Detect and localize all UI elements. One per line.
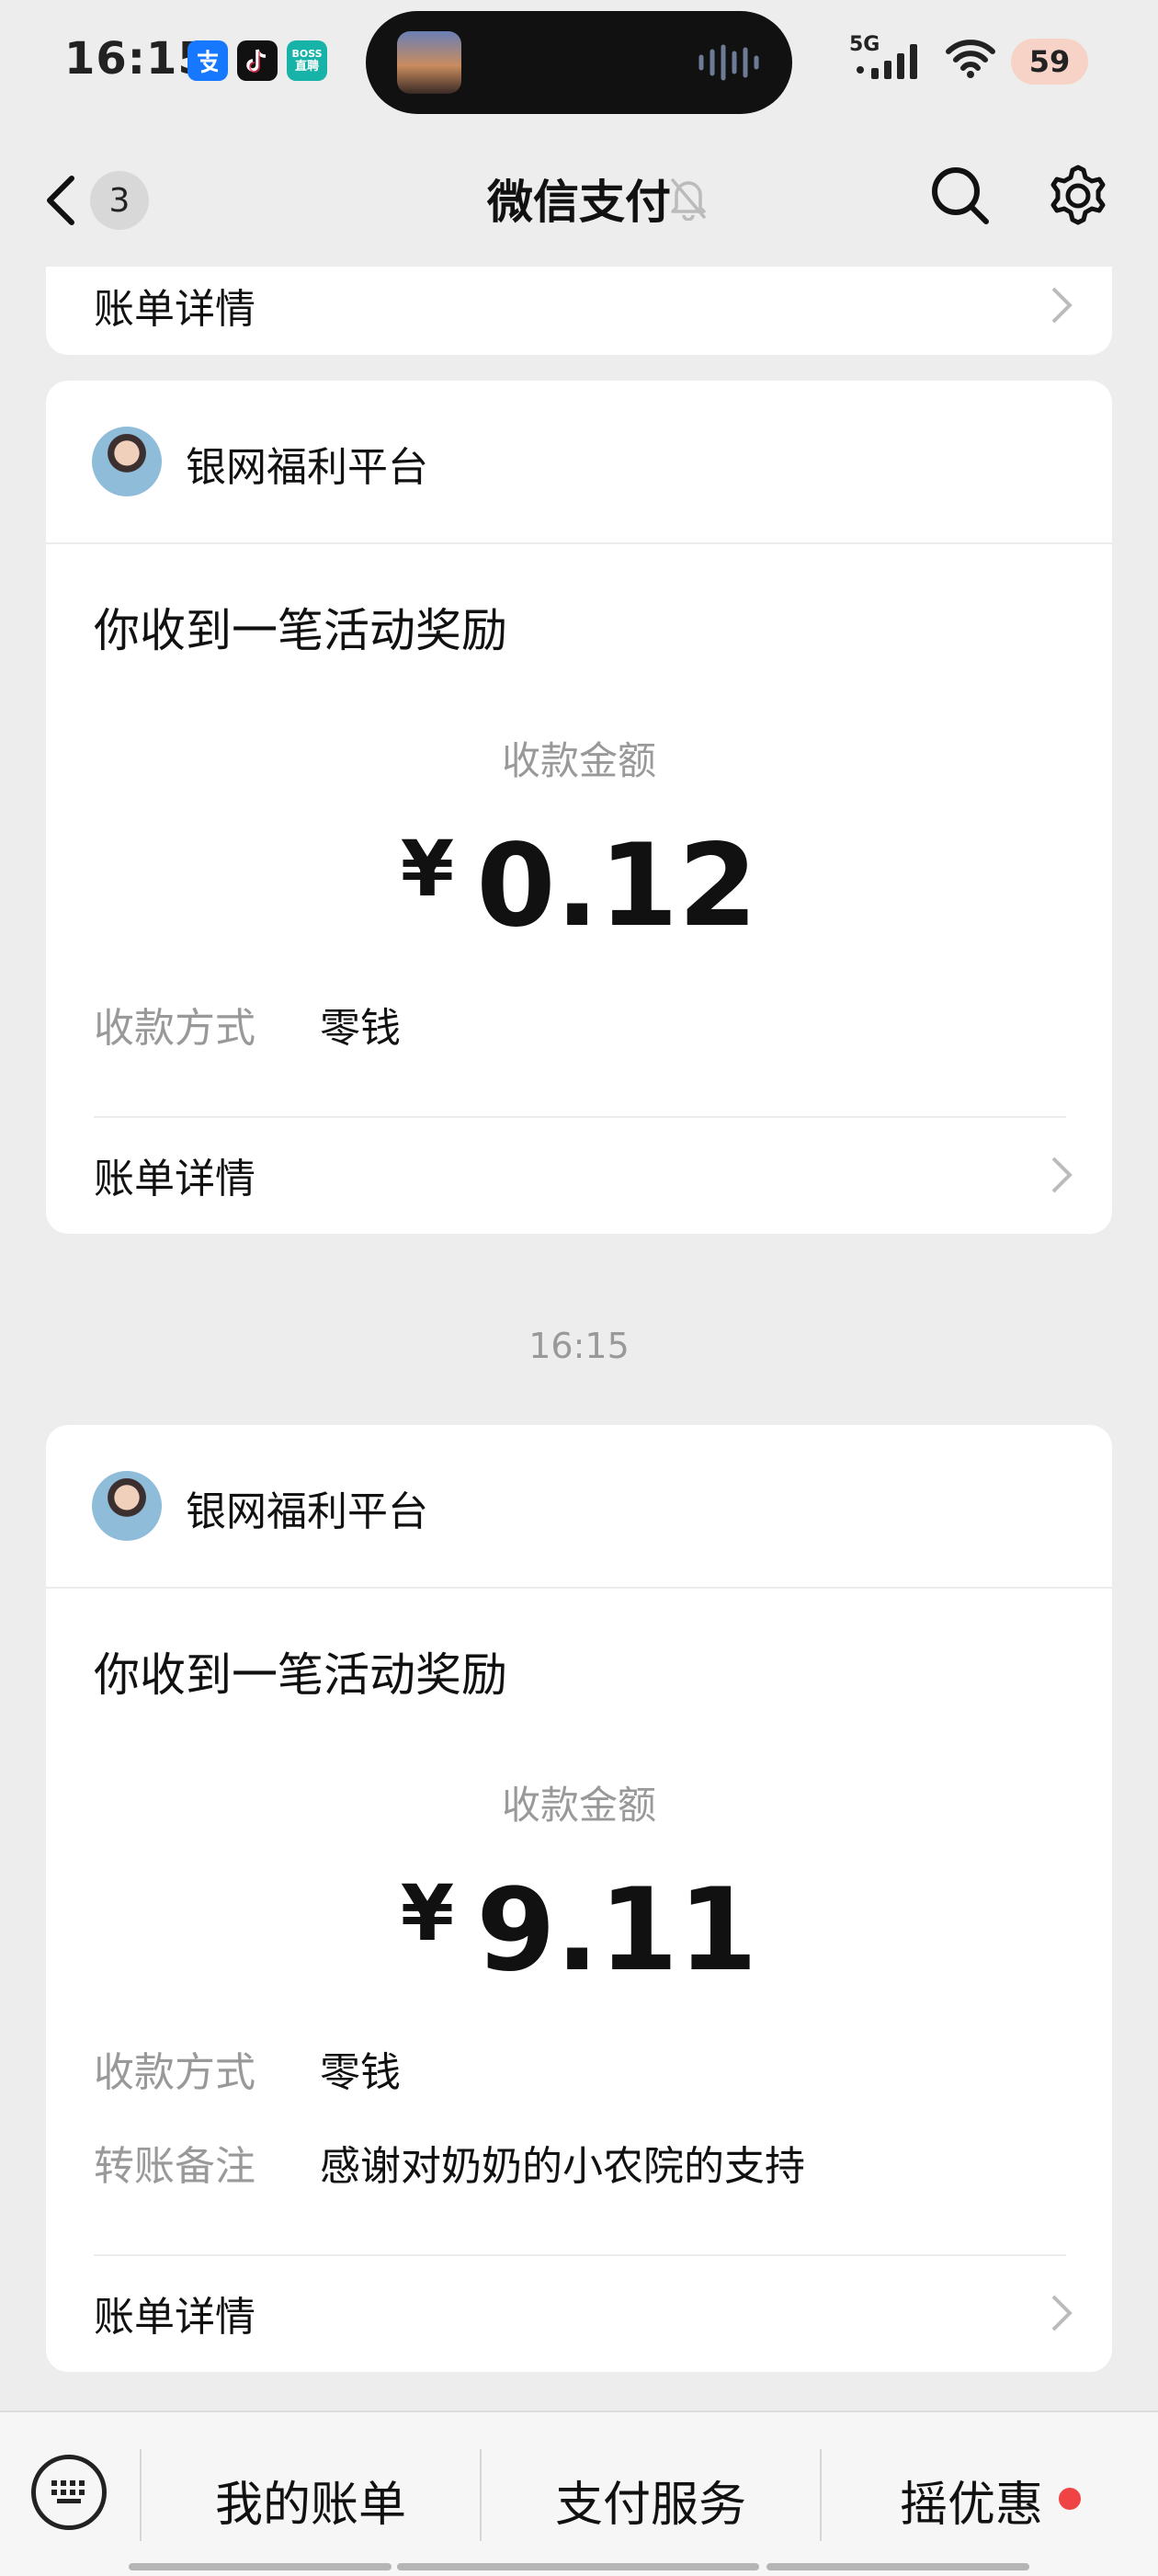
amount-label: 收款金额	[501, 1783, 656, 1828]
chevron-right-icon	[1051, 2295, 1073, 2331]
settings-gear-icon[interactable]	[1044, 162, 1112, 230]
keyboard-toggle-icon[interactable]	[31, 2455, 107, 2530]
currency-symbol: ¥	[400, 824, 455, 914]
menu-payment-services[interactable]: 支付服务	[482, 2466, 820, 2535]
payment-card: 银网福利平台 你收到一笔活动奖励 收款金额 ¥9.11 收款方式 零钱 转账备注 感…	[46, 1425, 1112, 2372]
bill-details-link[interactable]: 账单详情	[94, 1129, 1075, 1221]
dynamic-island[interactable]	[366, 11, 792, 114]
bill-details-label: 账单详情	[94, 2294, 255, 2341]
bill-details-link[interactable]: 账单详情	[94, 2267, 1075, 2359]
bottom-menu-bar: 我的账单 支付服务 摇优惠	[0, 2411, 1158, 2576]
payment-method-value: 零钱	[320, 2049, 401, 2096]
bill-details-label: 账单详情	[94, 286, 255, 333]
payment-method-row: 收款方式 零钱	[94, 995, 401, 1054]
payment-method-row: 收款方式 零钱	[94, 2039, 401, 2098]
chevron-right-icon	[1051, 1157, 1073, 1193]
audio-wave-icon	[698, 44, 759, 81]
cellular-signal-icon: 5G	[846, 33, 928, 92]
divider	[94, 1116, 1066, 1118]
wifi-icon	[946, 40, 995, 78]
notification-dot	[1059, 2488, 1081, 2510]
navigation-bar: 3 微信支付	[0, 129, 1158, 267]
message-timestamp: 16:15	[528, 1326, 630, 1366]
muted-bell-icon	[671, 178, 706, 221]
sender-avatar	[92, 1471, 162, 1541]
message-title: 你收到一笔活动奖励	[94, 604, 507, 657]
amount-number: 0.12	[476, 820, 758, 952]
message-title: 你收到一笔活动奖励	[94, 1648, 507, 1702]
search-icon[interactable]	[928, 164, 993, 228]
currency-symbol: ¥	[400, 1868, 455, 1958]
payment-method-label: 收款方式	[94, 1005, 255, 1052]
transfer-note-label: 转账备注	[94, 2143, 255, 2190]
bill-details-link[interactable]: 账单详情	[94, 267, 1075, 351]
amount-label: 收款金额	[501, 738, 656, 783]
payment-method-label: 收款方式	[94, 2049, 255, 2096]
home-indicator	[397, 2563, 759, 2570]
boss-label-line1: BOSS	[291, 48, 323, 60]
home-indicator	[766, 2563, 1029, 2570]
boss-zhipin-icon: BOSS 直聘	[287, 40, 327, 81]
boss-label-line2: 直聘	[294, 60, 319, 74]
network-type: 5G	[849, 33, 880, 56]
transfer-note-row: 转账备注 感谢对奶奶的小农院的支持	[94, 2133, 805, 2192]
amount-value: ¥0.12	[46, 820, 1112, 952]
alipay-icon	[187, 40, 228, 81]
bill-details-label: 账单详情	[94, 1156, 255, 1203]
menu-my-bills[interactable]: 我的账单	[142, 2466, 480, 2535]
douyin-icon	[237, 40, 278, 81]
sender-avatar	[92, 427, 162, 496]
payment-card: 银网福利平台 你收到一笔活动奖励 收款金额 ¥0.12 收款方式 零钱 账单详情	[46, 381, 1112, 1234]
battery-indicator: 59	[1011, 39, 1088, 85]
transfer-note-value: 感谢对奶奶的小农院的支持	[320, 2143, 805, 2190]
sender-header[interactable]: 银网福利平台	[46, 1425, 1112, 1589]
home-indicator	[129, 2563, 392, 2570]
payment-method-value: 零钱	[320, 1005, 401, 1052]
sender-name: 银网福利平台	[186, 1488, 428, 1535]
divider	[94, 2254, 1066, 2256]
media-thumbnail	[397, 31, 461, 94]
status-bar: 16:15 BOSS 直聘 5G 59	[0, 0, 1158, 129]
payment-card-partial: 账单详情	[46, 267, 1112, 355]
sender-header[interactable]: 银网福利平台	[46, 381, 1112, 544]
sender-name: 银网福利平台	[186, 444, 428, 491]
amount-value: ¥9.11	[46, 1864, 1112, 1997]
chevron-right-icon	[1051, 287, 1073, 324]
amount-number: 9.11	[476, 1864, 758, 1997]
